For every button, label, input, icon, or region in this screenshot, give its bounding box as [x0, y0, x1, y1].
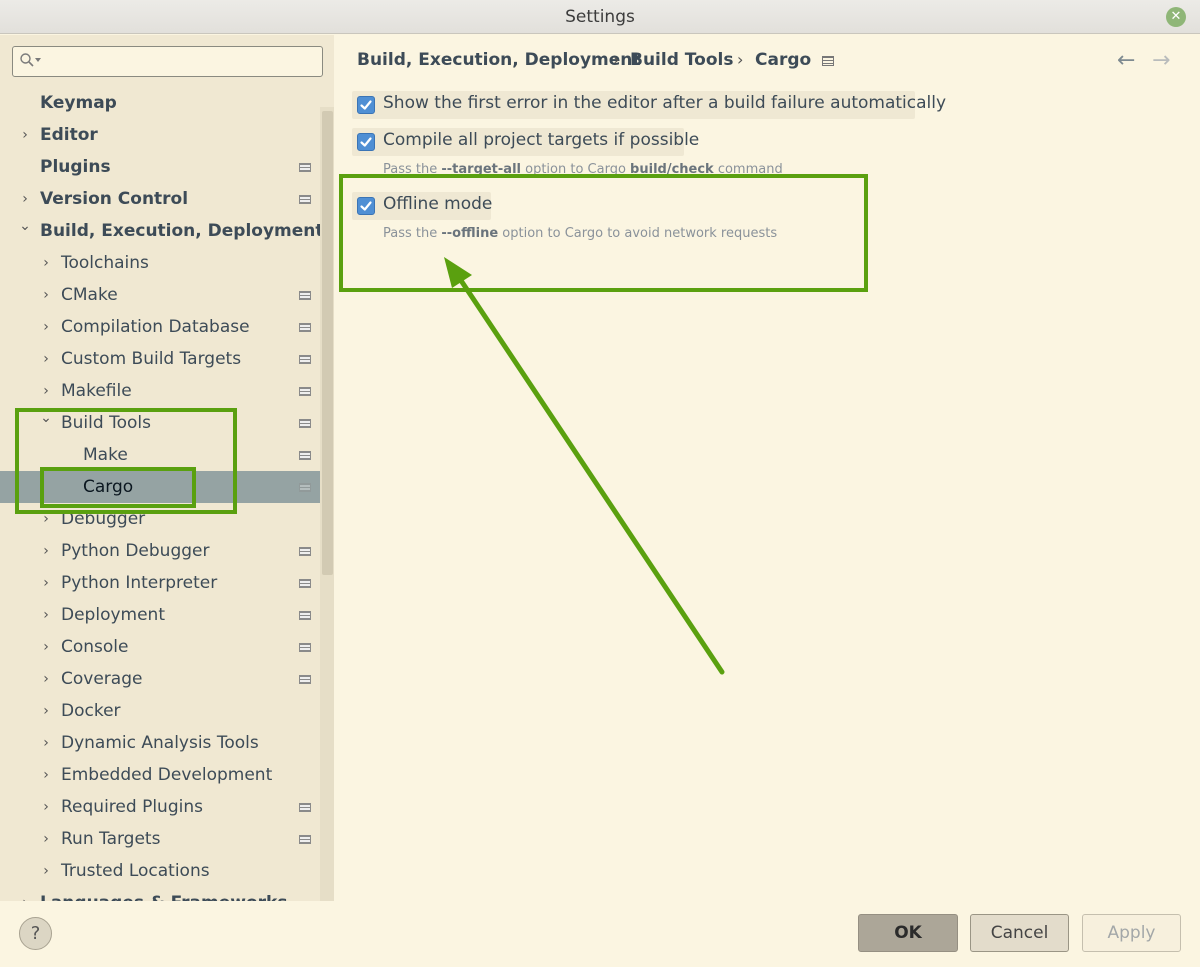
cancel-button[interactable]: Cancel [970, 914, 1069, 952]
annotation-arrowhead-icon [444, 257, 472, 288]
help-button[interactable]: ? [19, 917, 52, 950]
annotation-arrow [444, 257, 725, 675]
apply-button[interactable]: Apply [1082, 914, 1181, 952]
ok-button[interactable]: OK [858, 914, 958, 952]
